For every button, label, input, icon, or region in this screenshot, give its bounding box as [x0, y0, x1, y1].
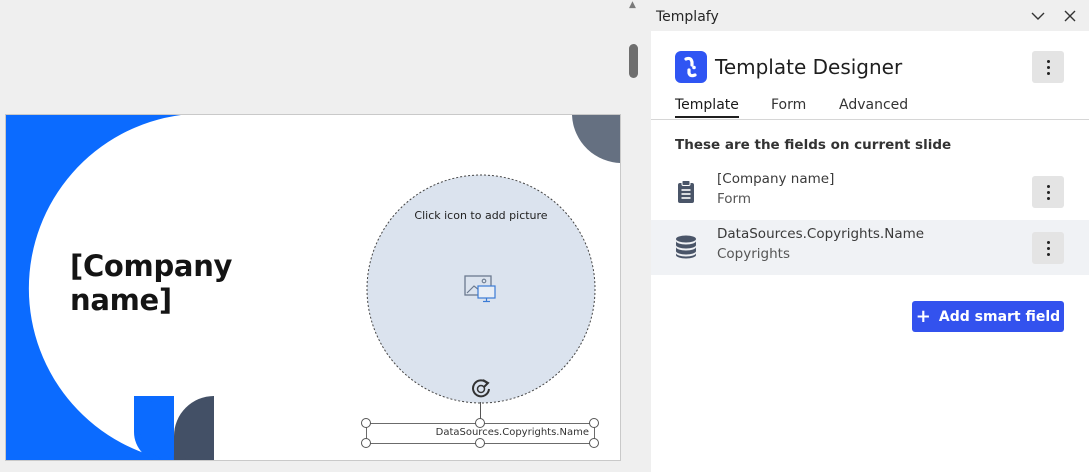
resize-handle-top-middle[interactable]	[475, 418, 485, 428]
field-more-options-button[interactable]	[1032, 232, 1064, 264]
resize-handle-bottom-middle[interactable]	[475, 438, 485, 448]
tabs-divider	[651, 119, 1089, 120]
pane-title: Templafy	[656, 9, 719, 25]
scroll-up-arrow-icon[interactable]: ▲	[629, 0, 636, 10]
insert-picture-icon[interactable]	[464, 275, 498, 309]
tab-form[interactable]: Form	[771, 97, 806, 113]
designer-more-options-button[interactable]	[1032, 51, 1064, 83]
scroll-thumb[interactable]	[629, 44, 638, 78]
field-name: [Company name]	[717, 171, 835, 187]
resize-handle-bottom-left[interactable]	[361, 438, 371, 448]
template-designer-card: Template Designer Template Form Advanced…	[651, 31, 1089, 472]
field-more-options-button[interactable]	[1032, 176, 1064, 208]
designer-title: Template Designer	[715, 55, 903, 79]
tab-advanced[interactable]: Advanced	[839, 97, 908, 113]
active-tab-indicator	[675, 116, 739, 118]
close-pane-icon[interactable]	[1060, 6, 1080, 26]
add-smart-field-button[interactable]: + Add smart field	[912, 301, 1064, 332]
field-row-copyrights[interactable]: DataSources.Copyrights.Name Copyrights	[651, 220, 1089, 275]
add-smart-field-label: Add smart field	[938, 308, 1061, 325]
field-source: Copyrights	[717, 246, 790, 262]
company-name-title[interactable]: [Company name]	[70, 249, 232, 317]
field-source: Form	[717, 191, 752, 207]
slide-editor-area: [Company name] Click icon to add picture	[0, 0, 626, 472]
field-name: DataSources.Copyrights.Name	[717, 226, 925, 242]
add-picture-hint: Click icon to add picture	[414, 209, 548, 222]
templafy-task-pane: Templafy Template Designer Template Form…	[642, 0, 1089, 472]
plus-icon: +	[915, 305, 931, 327]
resize-handle-top-left[interactable]	[361, 418, 371, 428]
tab-template[interactable]: Template	[675, 97, 739, 113]
company-title-line2: name]	[70, 283, 172, 317]
fields-section-heading: These are the fields on current slide	[675, 137, 952, 153]
rotate-handle-icon[interactable]	[468, 376, 494, 402]
collapse-pane-chevron-icon[interactable]	[1028, 6, 1048, 26]
database-icon	[675, 234, 699, 260]
slide-canvas[interactable]: [Company name] Click icon to add picture	[5, 114, 621, 461]
corner-quarter-shape	[572, 115, 620, 163]
templafy-logo-icon	[675, 51, 707, 83]
resize-handle-bottom-right[interactable]	[589, 438, 599, 448]
resize-handle-top-right[interactable]	[589, 418, 599, 428]
copyright-textbox-text: DataSources.Copyrights.Name	[435, 427, 589, 438]
clipboard-icon	[675, 179, 699, 205]
company-title-line1: [Company	[70, 249, 233, 283]
field-row-company-name[interactable]: [Company name] Form	[651, 165, 1089, 220]
